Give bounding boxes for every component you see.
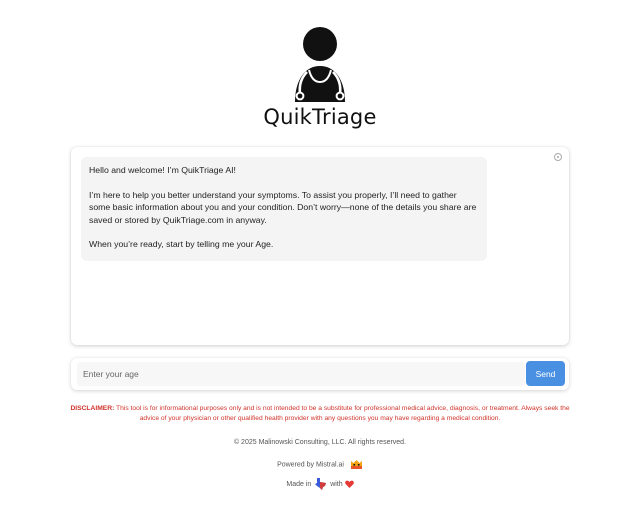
message-composer: Send (71, 358, 569, 390)
info-icon[interactable] (554, 153, 562, 161)
brand-name: QuikTriage (263, 105, 377, 129)
age-input[interactable] (77, 362, 525, 386)
message-paragraph: Hello and welcome! I’m QuikTriage AI! (89, 165, 236, 175)
doctor-stethoscope-icon (295, 27, 345, 102)
disclaimer-label: DISCLAIMER: (70, 405, 115, 412)
assistant-message: Hello and welcome! I’m QuikTriage AI! I’… (81, 157, 487, 261)
chat-window[interactable]: Hello and welcome! I’m QuikTriage AI! I’… (71, 147, 569, 345)
disclaimer-text: This tool is for informational purposes … (114, 405, 570, 422)
message-paragraph: When you’re ready, start by telling me y… (89, 239, 274, 250)
mistral-cat-icon (350, 460, 362, 469)
heart-icon (344, 480, 354, 488)
disclaimer: DISCLAIMER: This tool is for information… (66, 404, 574, 424)
powered-by-text[interactable]: Powered by Mistral.ai (277, 461, 344, 468)
made-in-prefix: Made in (286, 480, 312, 488)
copyright: © 2025 Malinowski Consulting, LLC. All r… (233, 439, 407, 446)
made-in-with: with (330, 480, 343, 488)
logo-block: QuikTriage (0, 26, 640, 129)
message-paragraph: I’m here to help you better understand y… (89, 189, 477, 225)
texas-flag-icon (315, 478, 327, 490)
powered-by: Powered by Mistral.ai (0, 459, 640, 470)
send-button[interactable]: Send (526, 361, 565, 386)
made-in: Made in with (0, 478, 640, 490)
